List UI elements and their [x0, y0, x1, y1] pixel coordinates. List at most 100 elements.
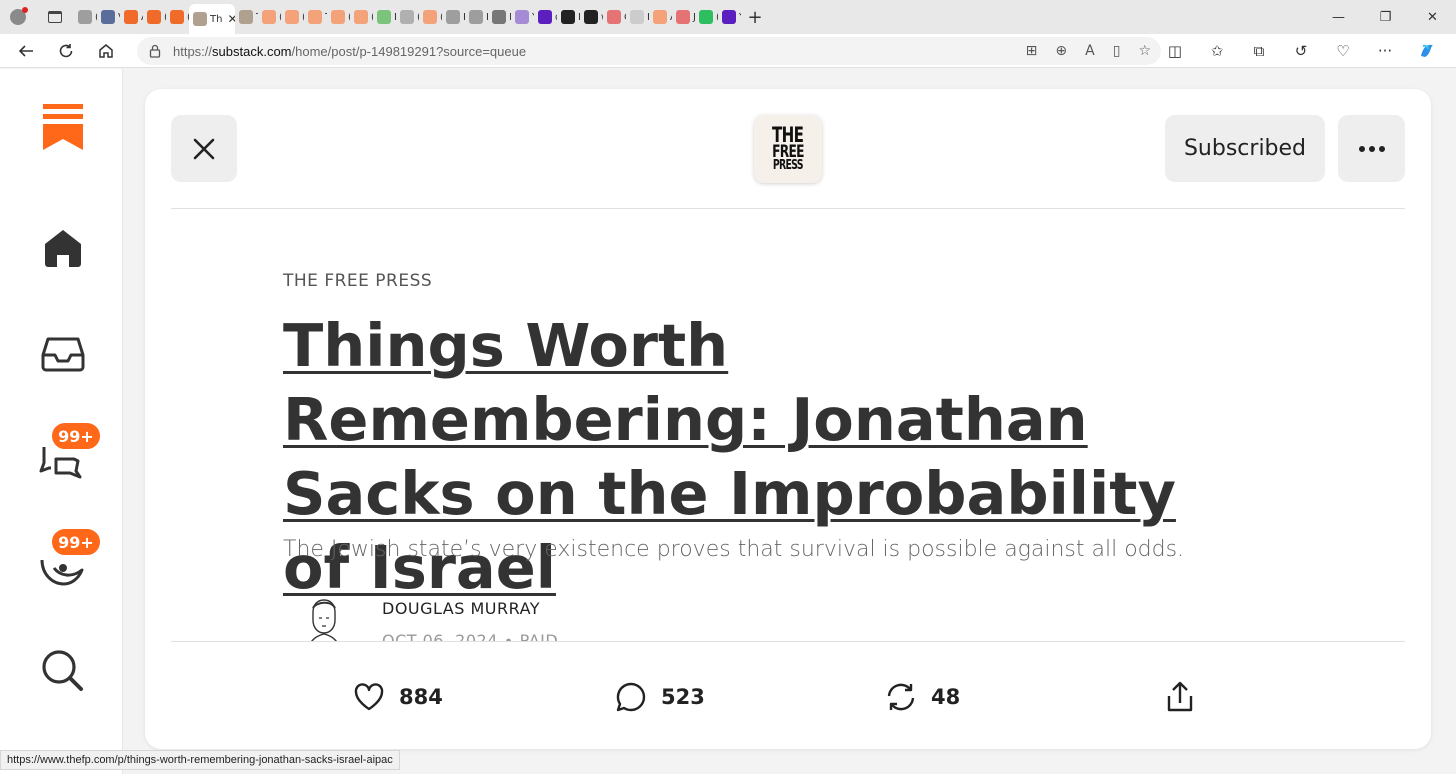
- tab[interactable]: (1(: [74, 0, 97, 34]
- search-nav-button[interactable]: [38, 646, 88, 696]
- like-button[interactable]: 884: [353, 677, 443, 717]
- tab-actions-button[interactable]: [36, 0, 74, 34]
- tab[interactable]: M: [488, 0, 511, 34]
- tab-strip: (1(VAAE(1((1(Th✕Th(1((1(Th(1((1(Dr(1((1(…: [0, 0, 1456, 34]
- tab[interactable]: Dr: [373, 0, 396, 34]
- home-button[interactable]: [86, 34, 126, 68]
- author-avatar[interactable]: [299, 594, 349, 641]
- comment-icon: [616, 682, 646, 712]
- tab[interactable]: Th: [235, 0, 258, 34]
- zoom-icon[interactable]: ⊕: [1055, 43, 1067, 59]
- tab[interactable]: Ch: [603, 0, 626, 34]
- tab[interactable]: JA: [672, 0, 695, 34]
- publication-logo[interactable]: THE FREE PRESS: [754, 115, 822, 183]
- tab[interactable]: Ya: [511, 0, 534, 34]
- inbox-nav-button[interactable]: [38, 328, 88, 378]
- substack-logo[interactable]: [38, 101, 88, 151]
- tab-label: Th: [210, 13, 223, 25]
- minimize-button[interactable]: —: [1315, 0, 1362, 34]
- split-screen-icon[interactable]: ◫: [1154, 34, 1196, 68]
- tab[interactable]: wi: [580, 0, 603, 34]
- like-count: 884: [399, 685, 443, 709]
- actions-divider: [171, 641, 1405, 642]
- url-text[interactable]: https://substack.com/home/post/p-1498192…: [173, 44, 526, 59]
- toolbar-buttons: ◫ ✩ ⧉ ↺ ♡ ···: [1154, 34, 1448, 68]
- heart-icon: [354, 683, 384, 711]
- collections-icon[interactable]: ⧉: [1238, 34, 1280, 68]
- url-scheme: https://: [173, 43, 213, 59]
- tab-favicon-icon: [492, 10, 506, 24]
- browser-essentials-icon[interactable]: ♡: [1322, 34, 1364, 68]
- tab-favicon-icon: [722, 10, 736, 24]
- tab[interactable]: (1(: [166, 0, 189, 34]
- tab[interactable]: (1(: [281, 0, 304, 34]
- settings-more-icon[interactable]: ···: [1364, 34, 1406, 68]
- chat-badge: 99+: [49, 420, 103, 452]
- tab[interactable]: Ho: [465, 0, 488, 34]
- tab[interactable]: Ho: [442, 0, 465, 34]
- tab-favicon-icon: [630, 10, 644, 24]
- inbox-icon: [41, 337, 85, 372]
- logo-line-3: PRESS: [773, 158, 804, 174]
- comment-count: 523: [661, 685, 705, 709]
- comment-button[interactable]: 523: [615, 677, 705, 717]
- tab[interactable]: (1(: [327, 0, 350, 34]
- tab[interactable]: (4): [695, 0, 718, 34]
- window-controls: — ❐ ✕: [1315, 0, 1456, 34]
- address-bar[interactable]: https://substack.com/home/post/p-1498192…: [137, 37, 1161, 65]
- home-icon: [45, 230, 81, 267]
- tab[interactable]: (1(: [350, 0, 373, 34]
- tab-favicon-icon: [515, 10, 529, 24]
- profile-button[interactable]: [0, 0, 36, 34]
- tab[interactable]: AE: [120, 0, 143, 34]
- tab-favicon-icon: [469, 10, 483, 24]
- post-content: THE FREE PRESS Things Worth Remembering:…: [171, 209, 1405, 641]
- tab-favicon-icon: [239, 10, 253, 24]
- tab[interactable]: (1(: [258, 0, 281, 34]
- share-icon: [1167, 681, 1193, 712]
- tab-close-button[interactable]: ✕: [227, 12, 235, 26]
- tab-favicon-icon: [607, 10, 621, 24]
- tab-favicon-icon: [377, 10, 391, 24]
- navigation-bar: https://substack.com/home/post/p-1498192…: [0, 34, 1456, 68]
- tab[interactable]: (1(: [419, 0, 442, 34]
- read-aloud-icon[interactable]: A: [1085, 43, 1095, 59]
- author-name[interactable]: DOUGLAS MURRAY: [382, 599, 540, 618]
- immersive-reader-icon[interactable]: ▯: [1113, 43, 1121, 59]
- close-window-button[interactable]: ✕: [1409, 0, 1456, 34]
- history-icon[interactable]: ↺: [1280, 34, 1322, 68]
- copilot-icon[interactable]: [1406, 34, 1448, 68]
- favorites-icon[interactable]: ✩: [1196, 34, 1238, 68]
- apps-icon[interactable]: ⊞: [1026, 43, 1038, 59]
- tab[interactable]: (1(: [143, 0, 166, 34]
- restack-button[interactable]: 48: [885, 677, 960, 717]
- tab[interactable]: (1(: [396, 0, 419, 34]
- search-icon: [42, 650, 83, 691]
- share-button[interactable]: [1165, 677, 1195, 717]
- tab[interactable]: Dl: [557, 0, 580, 34]
- tab[interactable]: VA: [97, 0, 120, 34]
- close-post-button[interactable]: [171, 115, 237, 182]
- favorite-star-icon[interactable]: ☆: [1138, 43, 1151, 59]
- tab[interactable]: Al: [649, 0, 672, 34]
- tab-favicon-icon: [262, 10, 276, 24]
- restore-button[interactable]: ❐: [1362, 0, 1409, 34]
- tab-active[interactable]: Th ✕: [189, 4, 235, 34]
- home-icon: [99, 43, 113, 58]
- substack-logo-icon: [43, 104, 83, 150]
- tab[interactable]: Th: [304, 0, 327, 34]
- tab[interactable]: dr: [534, 0, 557, 34]
- tab-list: (1(VAAE(1((1(Th✕Th(1((1(Th(1((1(Dr(1((1(…: [74, 0, 741, 34]
- lock-icon[interactable]: [137, 44, 173, 58]
- tab-favicon-icon: [193, 12, 207, 26]
- home-nav-button[interactable]: [38, 222, 88, 272]
- publication-name[interactable]: THE FREE PRESS: [283, 271, 432, 291]
- tab[interactable]: Ho: [626, 0, 649, 34]
- subscribed-button[interactable]: Subscribed: [1165, 115, 1325, 182]
- tab[interactable]: Ya: [718, 0, 741, 34]
- more-options-button[interactable]: [1338, 115, 1405, 182]
- back-arrow-icon: [18, 44, 33, 57]
- back-button[interactable]: [6, 34, 46, 68]
- refresh-button[interactable]: [46, 34, 86, 68]
- new-tab-button[interactable]: +: [741, 0, 769, 34]
